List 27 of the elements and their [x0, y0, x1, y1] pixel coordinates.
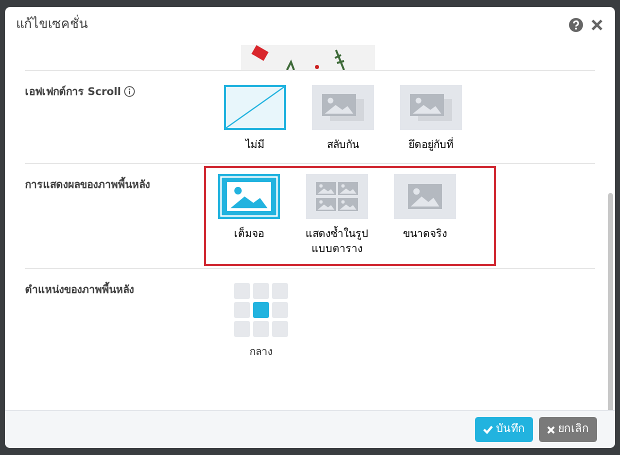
- cancel-button[interactable]: ยกเลิก: [539, 417, 597, 442]
- position-cell[interactable]: [234, 282, 250, 299]
- section-label: เอฟเฟกต์การ Scroll: [25, 85, 122, 100]
- section-label: ตำแหน่งของภาพพื้นหลัง: [25, 282, 134, 298]
- check-icon: [483, 425, 493, 434]
- option-caption: กลาง: [248, 344, 274, 360]
- position-cell[interactable]: [253, 282, 269, 299]
- option-tile[interactable]: สลับกัน: [310, 85, 376, 154]
- position-cell[interactable]: [272, 282, 288, 299]
- position-cell[interactable]: [234, 302, 250, 318]
- section-label: การแสดงผลของภาพพื้นหลัง: [25, 178, 150, 194]
- position-cell[interactable]: [272, 302, 288, 318]
- scrollbar[interactable]: [608, 193, 613, 410]
- close-icon: [547, 426, 555, 434]
- option-tile[interactable]: เต็มจอ: [216, 174, 282, 258]
- option-tile[interactable]: ยึดอยู่กับที่: [398, 85, 464, 154]
- position-cell[interactable]: [234, 320, 250, 337]
- option-tile[interactable]: ไม่มี: [222, 85, 288, 154]
- position-cell[interactable]: [253, 302, 269, 318]
- info-icon[interactable]: [124, 86, 136, 97]
- option-tile[interactable]: ขนาดจริง: [392, 174, 458, 258]
- position-cell[interactable]: [253, 320, 269, 337]
- dialog-title: แก้ไขเซคชั่น: [16, 15, 88, 35]
- help-icon[interactable]: [569, 18, 583, 32]
- position-cell[interactable]: [272, 320, 288, 337]
- option-tile[interactable]: แสดงซ้ำในรูปแบบตาราง: [304, 174, 370, 258]
- close-icon[interactable]: [591, 19, 603, 31]
